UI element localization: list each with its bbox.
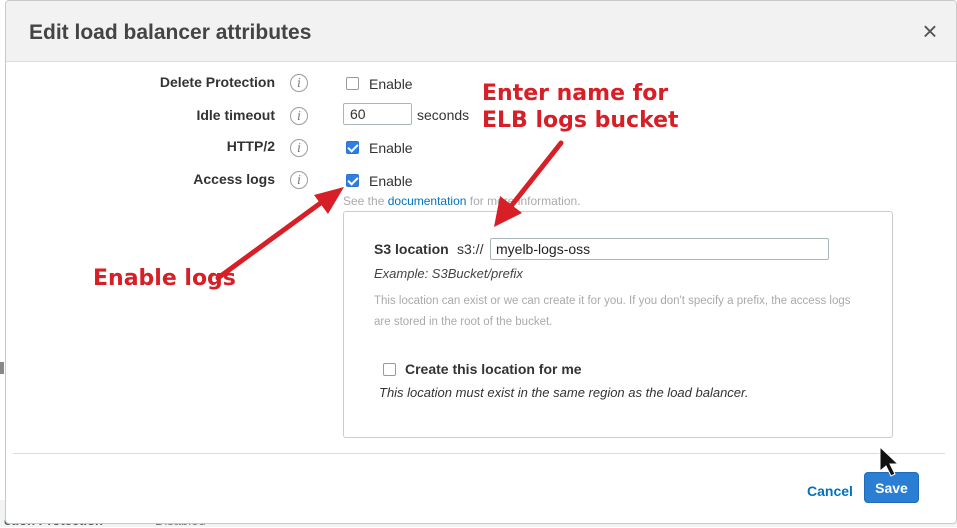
access-logs-checkbox[interactable] — [346, 174, 359, 187]
s3-location-hint: This location can exist or we can create… — [374, 295, 851, 328]
documentation-hint-prefix: See the — [343, 194, 385, 208]
cancel-button[interactable]: Cancel — [807, 483, 853, 499]
annotation-bucket-line2: ELB logs bucket — [482, 108, 679, 133]
close-icon[interactable]: × — [917, 18, 943, 44]
idle-timeout-label: Idle timeout — [196, 107, 275, 123]
idle-timeout-input[interactable] — [343, 103, 412, 125]
info-icon[interactable]: i — [290, 171, 308, 189]
info-icon[interactable]: i — [290, 107, 308, 125]
footer-divider — [13, 453, 945, 454]
dialog-header: Edit load balancer attributes × — [6, 1, 956, 62]
delete-protection-label: Delete Protection — [159, 74, 275, 90]
dialog-title: Edit load balancer attributes — [29, 21, 312, 44]
delete-protection-enable-label: Enable — [369, 76, 413, 92]
delete-protection-checkbox[interactable] — [346, 77, 359, 90]
s3-example-text: Example: S3Bucket/prefix — [374, 266, 523, 281]
http2-enable-label: Enable — [369, 140, 413, 156]
create-location-label: Create this location for me — [405, 361, 582, 377]
save-button[interactable]: Save — [864, 472, 919, 503]
s3-prefix: s3:// — [457, 241, 484, 257]
documentation-link[interactable]: documentation — [388, 194, 467, 208]
annotation-bucket-line1: Enter name for — [482, 81, 669, 106]
create-location-checkbox[interactable] — [383, 363, 396, 376]
annotation-enable-logs: Enable logs — [93, 266, 236, 291]
documentation-hint-suffix: for more information. — [469, 194, 581, 208]
region-note: This location must exist in the same reg… — [379, 385, 749, 400]
info-icon[interactable]: i — [290, 74, 308, 92]
s3-location-label: S3 location — [374, 241, 449, 257]
documentation-hint: See the documentation for more informati… — [343, 194, 581, 208]
access-logs-enable-label: Enable — [369, 173, 413, 189]
access-logs-label: Access logs — [193, 171, 275, 187]
background-edge-mark — [0, 362, 4, 374]
http2-label: HTTP/2 — [226, 138, 275, 154]
http2-checkbox[interactable] — [346, 141, 359, 154]
idle-timeout-unit: seconds — [417, 107, 470, 123]
info-icon[interactable]: i — [290, 139, 308, 157]
s3-location-input[interactable] — [490, 238, 829, 260]
